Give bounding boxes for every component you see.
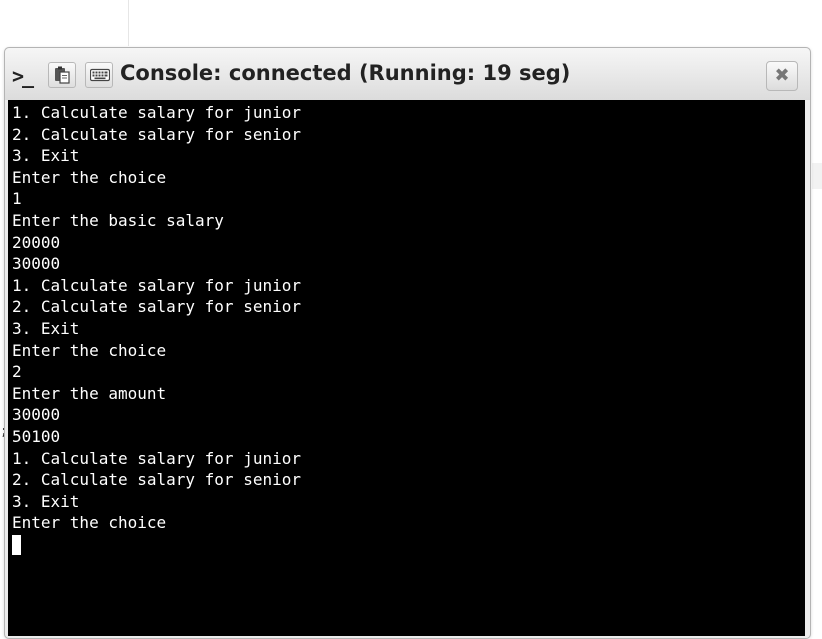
output-line: 50100: [12, 426, 61, 446]
terminal-prompt-icon: >_: [12, 64, 34, 88]
paste-icon: [55, 66, 70, 84]
output-line: Enter the basic salary: [12, 210, 224, 230]
keyboard-icon: [90, 68, 110, 82]
output-line: 3. Exit: [12, 318, 80, 338]
output-line: 1. Calculate salary for junior: [12, 275, 301, 295]
output-line: 3. Exit: [12, 146, 80, 166]
input-line[interactable]: [12, 534, 805, 556]
output-line: Enter the choice: [12, 513, 167, 533]
output-line: 20000: [12, 232, 61, 252]
background-divider: [128, 0, 129, 46]
output-line: 30000: [12, 254, 61, 274]
console-title: Console: connected (Running: 19 seg): [120, 61, 571, 85]
output-line: Enter the choice: [12, 340, 167, 360]
output-line: 30000: [12, 405, 61, 425]
output-line: 1. Calculate salary for junior: [12, 448, 301, 468]
close-button[interactable]: ✖: [766, 61, 798, 91]
terminal-output[interactable]: 1. Calculate salary for junior 2. Calcul…: [8, 100, 805, 636]
output-line: Enter the amount: [12, 383, 167, 403]
keyboard-button[interactable]: [85, 62, 113, 88]
console-window: >_ Console: connected (Running: 19 seg) …: [4, 47, 811, 639]
close-icon: ✖: [774, 65, 790, 86]
background-side-tab: [812, 163, 822, 189]
output-line: 2. Calculate salary for senior: [12, 297, 301, 317]
console-titlebar[interactable]: >_ Console: connected (Running: 19 seg) …: [5, 48, 810, 100]
text-cursor: [12, 534, 21, 555]
output-line: 1: [12, 189, 22, 209]
paste-button[interactable]: [48, 62, 76, 88]
output-line: Enter the choice: [12, 167, 167, 187]
output-line: 2: [12, 362, 22, 382]
output-line: 3. Exit: [12, 491, 80, 511]
output-line: 2. Calculate salary for senior: [12, 470, 301, 490]
output-line: 1. Calculate salary for junior: [12, 103, 301, 122]
output-line: 2. Calculate salary for senior: [12, 124, 301, 144]
